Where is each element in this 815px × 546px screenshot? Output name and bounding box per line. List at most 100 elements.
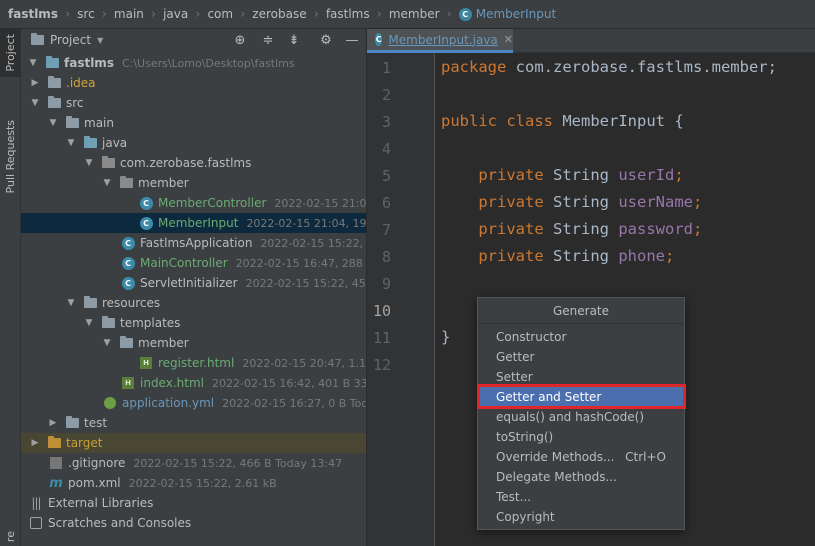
breadcrumb-item-com[interactable]: com › [207,7,252,22]
package-icon [101,156,115,170]
chevron-right-icon: › [240,6,246,22]
chevron-down-icon[interactable]: ▼ [83,157,95,169]
chevron-right-icon: › [313,6,319,22]
bottom-tool-tab[interactable]: re [0,527,21,546]
tree-row-pom-xml[interactable]: m pom.xml 2022-02-15 15:22, 2.61 kB [21,473,366,493]
chevron-down-icon[interactable]: ▼ [65,137,77,149]
tree-row-idea[interactable]: ▶ .idea [21,73,366,93]
generate-override-methods[interactable]: Override Methods... Ctrl+O [479,447,684,467]
chevron-down-icon[interactable]: ▼ [83,317,95,329]
folder-icon [101,316,115,330]
line-number: 5 [381,167,391,185]
tree-row-src[interactable]: ▼ src [21,93,366,113]
tree-row-target[interactable]: ▶ target [21,433,366,453]
line-number: 8 [381,248,391,266]
tree-row-scratches[interactable]: Scratches and Consoles [21,513,366,533]
chevron-down-icon[interactable]: ▼ [47,117,59,129]
generate-getter-and-setter[interactable]: Getter and Setter [479,387,684,407]
chevron-right-icon[interactable]: ▶ [29,77,41,89]
tree-row-gitignore[interactable]: .gitignore 2022-02-15 15:22, 466 B Today… [21,453,366,473]
breadcrumb-item-main[interactable]: main › [114,7,163,22]
pull-requests-tool-tab[interactable]: Pull Requests [0,107,21,207]
tree-row-fastlmsapplication[interactable]: C FastlmsApplication 2022-02-15 15:22, 3… [21,233,366,253]
generate-test[interactable]: Test... [479,487,684,507]
project-tree: ▼ fastlms C:\Users\Lomo\Desktop\fastlms … [21,53,366,533]
breadcrumb-item-fastlms[interactable]: fastlms › [8,7,77,22]
chevron-down-icon[interactable]: ▼ [29,97,41,109]
spring-app-class-icon: C [121,236,135,250]
code-line-1[interactable]: package com.zerobase.fastlms.member; [441,58,777,76]
tree-row-external-libraries[interactable]: ||| External Libraries [21,493,366,513]
tree-row-test[interactable]: ▶ test [21,413,366,433]
generate-constructor[interactable]: Constructor [479,327,684,347]
html-file-icon: H [121,376,135,390]
generate-copyright[interactable]: Copyright [479,507,684,527]
breadcrumb-item-java[interactable]: java › [163,7,207,22]
generate-delegate-methods[interactable]: Delegate Methods... [479,467,684,487]
line-number: 1 [381,59,391,77]
tree-row-member[interactable]: ▼ member [21,173,366,193]
code-line-7[interactable]: private String password; [441,220,702,238]
folder-icon [119,336,133,350]
tree-row-index-html[interactable]: H index.html 2022-02-15 16:42, 401 B 33 … [21,373,366,393]
line-number-gutter: 1 2 3 4 5 6 7 8 9 10 11 12 [367,53,435,546]
class-icon: C [375,33,383,46]
tree-row-templates-member[interactable]: ▼ member [21,333,366,353]
tree-row-java[interactable]: ▼ java [21,133,366,153]
close-icon[interactable]: ✕ [504,33,513,46]
breadcrumb-item-memberinput[interactable]: C MemberInput [458,7,556,21]
tree-row-resources[interactable]: ▼ resources [21,293,366,313]
breadcrumb: fastlms › src › main › java › com › zerobase ›… [0,0,815,29]
generate-tostring[interactable]: toString() [479,427,684,447]
chevron-down-icon: ▼ [97,35,104,45]
chevron-right-icon: › [64,6,71,22]
breadcrumb-item-member[interactable]: member › [389,7,459,22]
locate-file-icon[interactable]: ⊕ [231,31,249,49]
line-number: 3 [381,113,391,131]
code-line-8[interactable]: private String phone; [441,247,674,265]
tree-row-fastlms[interactable]: ▼ fastlms C:\Users\Lomo\Desktop\fastlms [21,53,366,73]
gear-icon[interactable]: ⚙ [317,31,335,49]
code-line-6[interactable]: private String userName; [441,193,702,211]
code-line-3[interactable]: public class MemberInput { [441,112,684,130]
tree-row-memberinput[interactable]: C MemberInput 2022-02-15 21:04, 196 B [21,213,366,233]
tree-row-main[interactable]: ▼ main [21,113,366,133]
libraries-icon: ||| [31,496,41,510]
chevron-down-icon[interactable]: ▼ [101,337,113,349]
line-number: 6 [381,194,391,212]
line-number: 11 [372,329,391,347]
project-view-selector[interactable]: Project ▼ [31,33,103,47]
generate-equals-hashcode[interactable]: equals() and hashCode() [479,407,684,427]
project-tool-tab[interactable]: Project [0,29,21,77]
class-icon: C [139,196,153,210]
tree-row-servletinitializer[interactable]: C ServletInitializer 2022-02-15 15:22, 4… [21,273,366,293]
chevron-right-icon[interactable]: ▶ [47,417,59,429]
class-icon: C [139,216,153,230]
collapse-all-icon[interactable]: ⇟ [285,31,303,49]
project-folder-icon [31,33,44,45]
code-line-11[interactable]: } [441,328,450,346]
generate-setter[interactable]: Setter [479,367,684,387]
generate-getter[interactable]: Getter [479,347,684,367]
chevron-down-icon[interactable]: ▼ [27,57,39,69]
editor-tab-memberinput[interactable]: C MemberInput.java ✕ [367,29,513,53]
line-number: 7 [381,221,391,239]
breadcrumb-item-fastlms-pkg[interactable]: fastlms › [326,7,389,22]
project-panel-header: Project ▼ ⊕ ≑ ⇟ ⚙ — [21,29,366,51]
expand-all-icon[interactable]: ≑ [259,31,277,49]
minimize-icon[interactable]: — [343,31,361,49]
breadcrumb-item-src[interactable]: src › [77,7,114,22]
tree-row-package[interactable]: ▼ com.zerobase.fastlms [21,153,366,173]
tree-row-register-html[interactable]: H register.html 2022-02-15 20:47, 1.18 k… [21,353,366,373]
chevron-down-icon[interactable]: ▼ [101,177,113,189]
code-line-5[interactable]: private String userId; [441,166,683,184]
tree-row-templates[interactable]: ▼ templates [21,313,366,333]
chevron-down-icon[interactable]: ▼ [65,297,77,309]
folder-icon [47,96,61,110]
tree-row-application-yml[interactable]: application.yml 2022-02-15 16:27, 0 B To… [21,393,366,413]
breadcrumb-item-zerobase[interactable]: zerobase › [252,7,326,22]
chevron-right-icon[interactable]: ▶ [29,437,41,449]
yaml-file-icon [103,396,117,410]
tree-row-membercontroller[interactable]: C MemberController 2022-02-15 21:00, 1. [21,193,366,213]
tree-row-maincontroller[interactable]: C MainController 2022-02-15 16:47, 288 B… [21,253,366,273]
